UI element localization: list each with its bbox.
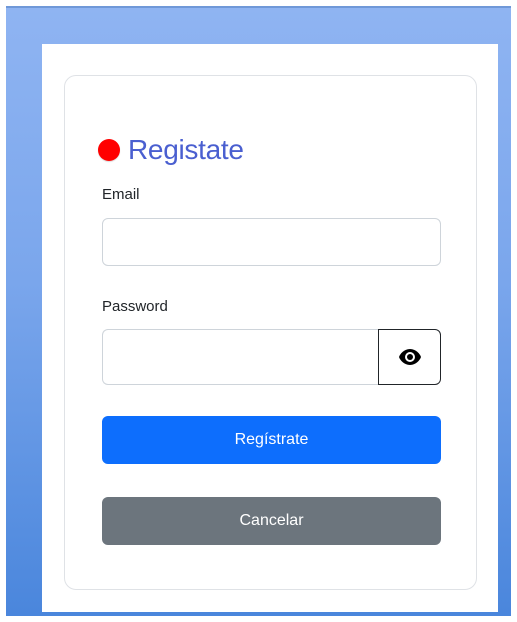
title-row: Registate [98, 134, 244, 166]
email-label: Email [102, 186, 140, 203]
password-group [102, 329, 441, 385]
register-button[interactable]: Regístrate [102, 416, 441, 464]
cancel-button[interactable]: Cancelar [102, 497, 441, 545]
content-panel: Registate Email Password Regístrate Canc… [42, 44, 498, 612]
email-field[interactable] [102, 218, 441, 266]
password-label: Password [102, 298, 168, 315]
eye-icon [398, 349, 421, 365]
password-field[interactable] [102, 329, 378, 385]
window-frame: Registate Email Password Regístrate Canc… [6, 6, 511, 616]
status-dot-icon [98, 139, 120, 161]
toggle-password-button[interactable] [378, 329, 441, 385]
page-title: Registate [128, 134, 244, 165]
register-card: Registate Email Password Regístrate Canc… [64, 75, 477, 590]
